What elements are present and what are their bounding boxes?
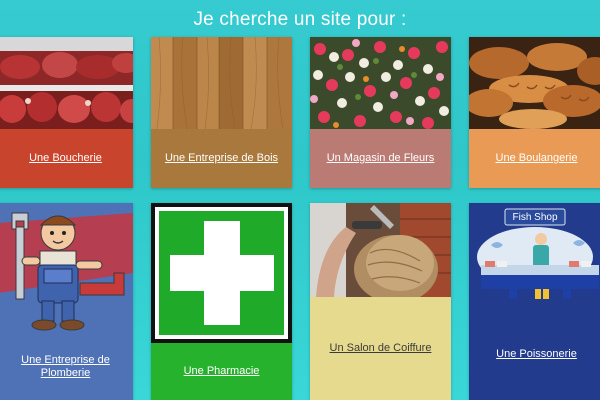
card-pharmacie[interactable]: Une Pharmacie [151, 203, 292, 400]
plumber-cartoon-image [0, 203, 133, 333]
card-label-pharmacie[interactable]: Une Pharmacie [184, 365, 260, 378]
card-plomberie[interactable]: Une Entreprise de Plomberie [0, 203, 133, 400]
card-bois[interactable]: Une Entreprise de Bois [151, 37, 292, 188]
card-boucherie[interactable]: Une Boucherie [0, 37, 133, 188]
bread-loaves-image [469, 37, 600, 129]
card-label-plomberie[interactable]: Une Entreprise de Plomberie [4, 354, 127, 380]
card-label-boulangerie[interactable]: Une Boulangerie [496, 152, 578, 165]
card-label-boucherie[interactable]: Une Boucherie [29, 152, 102, 165]
card-label-fleurs[interactable]: Un Magasin de Fleurs [327, 152, 435, 165]
hairdresser-photo-image [310, 203, 451, 297]
card-coiffure[interactable]: Un Salon de Coiffure [310, 203, 451, 400]
card-label-bois[interactable]: Une Entreprise de Bois [165, 152, 278, 165]
card-label-coiffure[interactable]: Un Salon de Coiffure [330, 342, 432, 355]
wood-planks-image [151, 37, 292, 129]
card-poissonerie[interactable]: Fish Shop Une Poissonerie [469, 203, 600, 400]
card-fleurs[interactable]: Un Magasin de Fleurs [310, 37, 451, 188]
green-cross-image [151, 203, 292, 343]
card-boulangerie[interactable]: Une Boulangerie [469, 37, 600, 188]
flower-bouquets-image [310, 37, 451, 129]
page-heading: Je cherche un site pour : [193, 9, 407, 30]
card-label-poissonerie[interactable]: Une Poissonerie [496, 348, 577, 361]
meat-display-image [0, 37, 133, 129]
fish-shop-sign: Fish Shop [512, 212, 558, 223]
